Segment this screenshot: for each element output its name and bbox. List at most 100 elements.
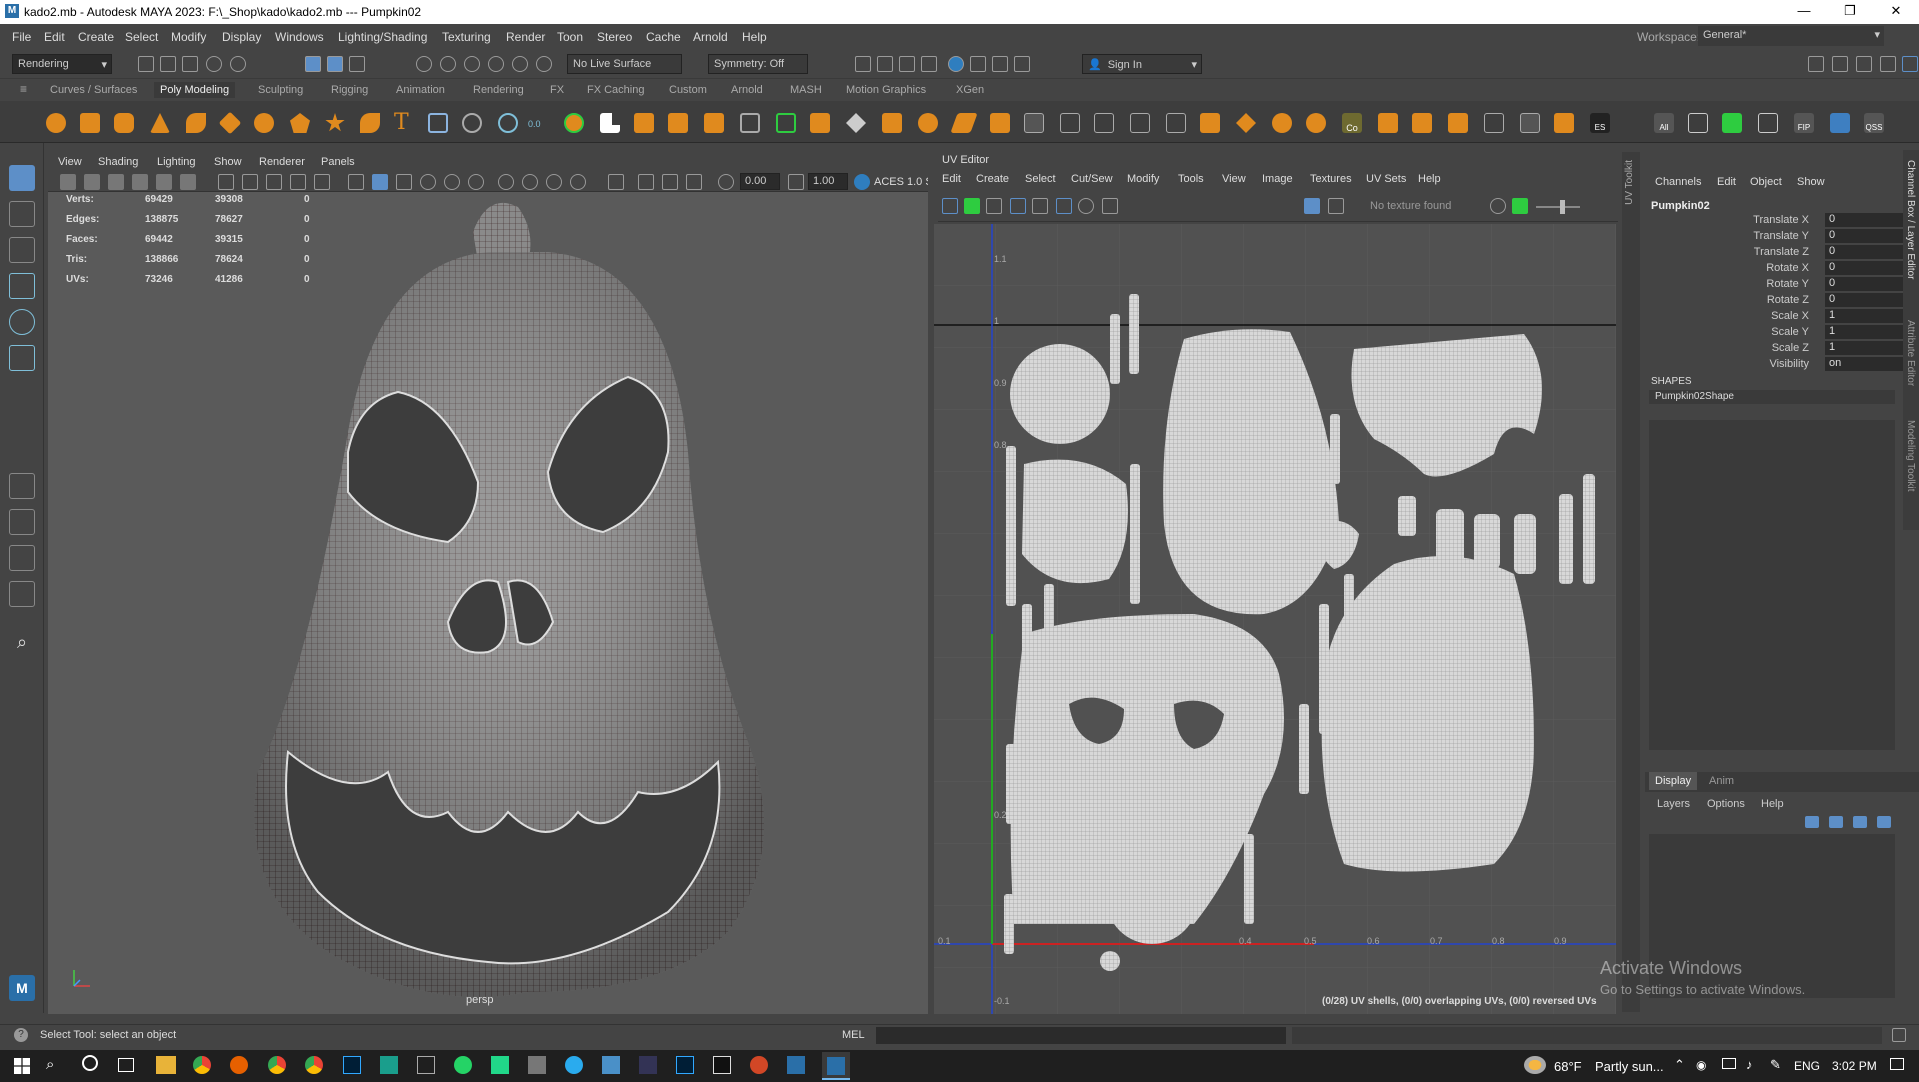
type-tool-icon[interactable]: T — [394, 112, 414, 134]
channel-rotate-x[interactable]: Rotate X 0 — [1645, 260, 1919, 276]
shelf-tab-arnold[interactable]: Arnold — [731, 84, 763, 96]
channel-value[interactable]: 1 — [1825, 341, 1905, 355]
layer-menu-help[interactable]: Help — [1761, 798, 1784, 810]
clock[interactable]: 3:02 PM — [1832, 1059, 1877, 1073]
attribute-editor-icon[interactable] — [1856, 56, 1872, 72]
bookmark-icon[interactable] — [108, 174, 124, 190]
tab-channel-box-layer-editor[interactable]: Channel Box / Layer Editor — [1905, 160, 1916, 280]
extract-icon[interactable] — [564, 113, 584, 133]
channel-value[interactable]: 0 — [1825, 293, 1905, 307]
modeling-toolkit-icon[interactable] — [1808, 56, 1824, 72]
uv-distortion-icon[interactable] — [964, 198, 980, 214]
hypershade-icon[interactable] — [948, 56, 964, 72]
workspace-dropdown[interactable]: General* ▾ — [1698, 26, 1884, 46]
select-tool-icon[interactable] — [9, 165, 35, 191]
menu-stereo[interactable]: Stereo — [597, 30, 632, 44]
smooth-shade-icon[interactable] — [372, 174, 388, 190]
chrome-icon[interactable] — [193, 1056, 211, 1074]
channel-value[interactable]: 1 — [1825, 309, 1905, 323]
circularize-icon[interactable] — [1272, 113, 1292, 133]
channel-rotate-y[interactable]: Rotate Y 0 — [1645, 276, 1919, 292]
connect-icon[interactable] — [1060, 113, 1080, 133]
pause-viewport-icon[interactable] — [1014, 56, 1030, 72]
new-layer-from-selection-icon[interactable] — [1877, 816, 1891, 828]
uv-snap-icon[interactable] — [1032, 198, 1048, 214]
uv-menu-tools[interactable]: Tools — [1178, 173, 1204, 185]
poly-cylinder-icon[interactable] — [114, 113, 134, 133]
scale-tool-icon[interactable] — [9, 345, 35, 371]
depth-of-field-icon[interactable] — [570, 174, 586, 190]
channel-value[interactable]: 1 — [1825, 325, 1905, 339]
mirror-icon[interactable] — [704, 113, 724, 133]
uv-texture-space[interactable]: 0.1 0.4 0.5 0.6 0.7 0.8 0.9 1.1 1 0.9 0.… — [934, 224, 1616, 1014]
shelf-tab-curves-surfaces[interactable]: Curves / Surfaces — [50, 84, 137, 96]
sign-in-button[interactable]: 👤 Sign In ▾ — [1082, 54, 1202, 74]
uv-image-display-icon[interactable] — [1304, 198, 1320, 214]
display-icon[interactable] — [1722, 1058, 1736, 1069]
outliner-icon[interactable] — [9, 581, 35, 607]
mel-command-input[interactable] — [876, 1027, 1286, 1044]
boolean-union-icon[interactable] — [600, 113, 620, 133]
chrome-profile-icon[interactable] — [268, 1056, 286, 1074]
channel-visibility[interactable]: Visibility on — [1645, 356, 1919, 372]
folder-icon[interactable] — [1554, 113, 1574, 133]
channel-scale-x[interactable]: Scale X 1 — [1645, 308, 1919, 324]
keyboard-icon[interactable] — [639, 1056, 657, 1074]
menu-windows[interactable]: Windows — [275, 30, 324, 44]
mel-label[interactable]: MEL — [842, 1029, 865, 1041]
boolean-intersection-icon[interactable] — [668, 113, 688, 133]
xray-joints-icon[interactable] — [662, 174, 678, 190]
menuset-dropdown[interactable]: Rendering ▾ — [12, 54, 112, 74]
poly-sphere-icon[interactable] — [46, 113, 66, 133]
slide-edge-icon[interactable] — [1130, 113, 1150, 133]
snap-view-icon[interactable] — [488, 56, 504, 72]
offset-edge-loop-icon[interactable] — [1094, 113, 1114, 133]
multi-cut-icon[interactable] — [918, 113, 938, 133]
script-editor-icon[interactable] — [1892, 1028, 1906, 1042]
rotate-tool-icon[interactable] — [9, 309, 35, 335]
checker-icon[interactable] — [1688, 113, 1708, 133]
zbrush-icon[interactable] — [713, 1056, 731, 1074]
move-layer-up-icon[interactable] — [1805, 816, 1819, 828]
menu-cache[interactable]: Cache — [646, 30, 681, 44]
menu-lighting-shading[interactable]: Lighting/Shading — [338, 30, 427, 44]
chrome-profile-2-icon[interactable] — [305, 1056, 323, 1074]
layer-menu-layers[interactable]: Layers — [1657, 798, 1690, 810]
move-layer-down-icon[interactable] — [1829, 816, 1843, 828]
restore-button[interactable]: ❐ — [1827, 0, 1873, 24]
lattice-icon[interactable] — [1484, 113, 1504, 133]
channel-scale-y[interactable]: Scale Y 1 — [1645, 324, 1919, 340]
move-tool-icon[interactable] — [9, 273, 35, 299]
uv-toolkit-strip[interactable]: UV Toolkit — [1622, 152, 1640, 1012]
menu-modify[interactable]: Modify — [171, 30, 206, 44]
viewport-menu-show[interactable]: Show — [214, 156, 242, 168]
snap-grid-icon[interactable] — [416, 56, 432, 72]
channel-rotate-z[interactable]: Rotate Z 0 — [1645, 292, 1919, 308]
single-perspective-layout-icon[interactable] — [9, 473, 35, 499]
channel-value[interactable]: 0 — [1825, 245, 1905, 259]
super-shape-icon[interactable] — [325, 113, 345, 132]
render-setup-icon[interactable] — [970, 56, 986, 72]
render-frame-icon[interactable] — [877, 56, 893, 72]
target-weld-icon[interactable] — [1024, 113, 1044, 133]
gamma-icon[interactable] — [788, 174, 804, 190]
menu-render[interactable]: Render — [506, 30, 545, 44]
shape-node-row[interactable]: Pumpkin02Shape — [1649, 390, 1895, 404]
uv-gamma-slider-handle[interactable] — [1560, 200, 1565, 214]
all-script-icon[interactable]: All — [1654, 113, 1674, 133]
sweep-mesh-icon[interactable] — [360, 113, 380, 133]
menu-toon[interactable]: Toon — [557, 30, 583, 44]
menu-edit[interactable]: Edit — [44, 30, 65, 44]
bridge-icon[interactable] — [740, 113, 760, 133]
menu-texturing[interactable]: Texturing — [442, 30, 491, 44]
poly-cube-icon[interactable] — [80, 113, 100, 133]
color-management-icon[interactable] — [854, 174, 870, 190]
platonic-solid-icon[interactable] — [290, 113, 310, 133]
xray-active-icon[interactable] — [686, 174, 702, 190]
view-transform-label[interactable]: ACES 1.0 SDR-video — [874, 176, 928, 188]
uv-menu-view[interactable]: View — [1222, 173, 1246, 185]
photoshop-2-icon[interactable] — [676, 1056, 694, 1074]
viewport-menu-view[interactable]: View — [58, 156, 82, 168]
shelf-tab-fx[interactable]: FX — [550, 84, 564, 96]
weather-temp[interactable]: 68°F — [1554, 1059, 1582, 1074]
